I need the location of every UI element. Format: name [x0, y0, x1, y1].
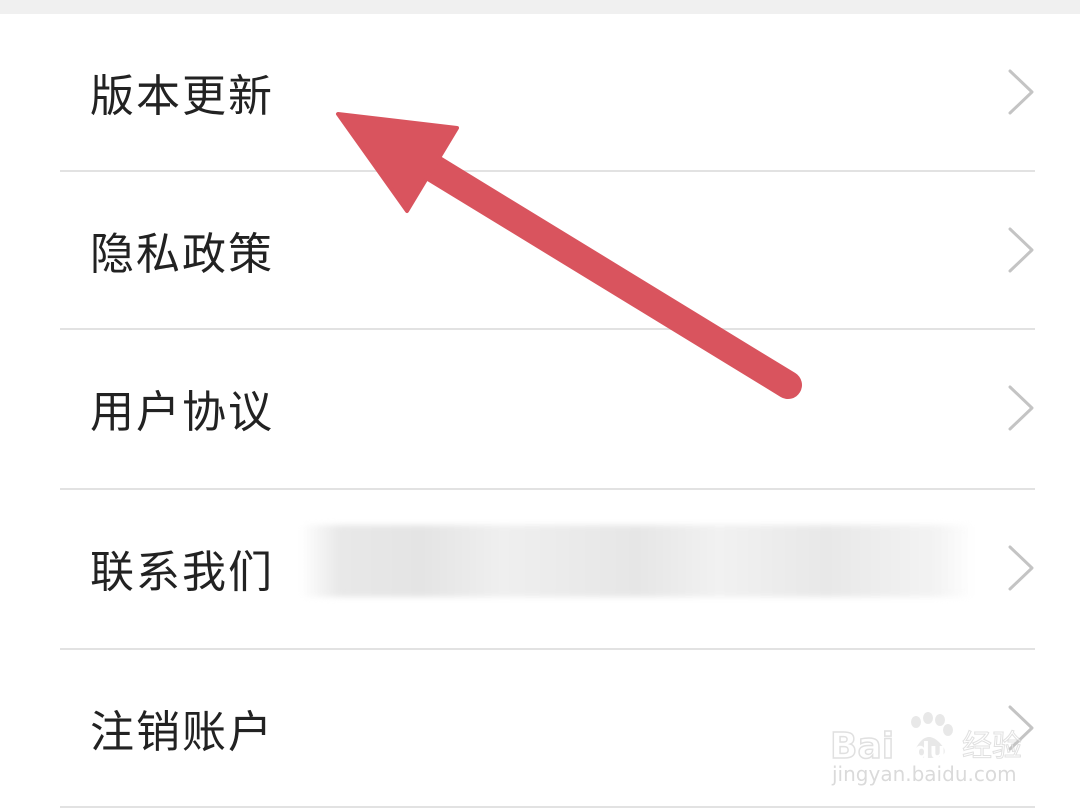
settings-item-user-agreement[interactable]: 用户协议 — [0, 330, 1080, 486]
settings-item-version-update[interactable]: 版本更新 — [0, 14, 1080, 170]
baidu-jingyan-logo: Bai du 经验 — [830, 712, 1023, 766]
chevron-right-icon — [1008, 227, 1034, 273]
svg-text:经验: 经验 — [962, 729, 1022, 764]
settings-item-privacy-policy[interactable]: 隐私政策 — [0, 172, 1080, 328]
top-strip — [0, 0, 1080, 14]
contact-value-redacted — [300, 525, 975, 597]
divider — [60, 806, 1035, 808]
svg-text:du: du — [914, 739, 945, 764]
chevron-right-icon — [1008, 69, 1034, 115]
settings-item-label: 隐私政策 — [90, 229, 274, 280]
settings-item-label: 版本更新 — [90, 71, 274, 122]
watermark-url: jingyan.baidu.com — [832, 762, 1017, 786]
svg-text:Bai: Bai — [830, 726, 894, 766]
settings-item-label: 用户协议 — [90, 387, 274, 438]
chevron-right-icon — [1008, 385, 1034, 431]
settings-item-label: 注销账户 — [90, 707, 274, 758]
settings-item-label: 联系我们 — [90, 547, 274, 598]
baidu-jingyan-watermark: Bai du 经验 jingyan.baidu.com — [826, 696, 1056, 796]
chevron-right-icon — [1008, 545, 1034, 591]
